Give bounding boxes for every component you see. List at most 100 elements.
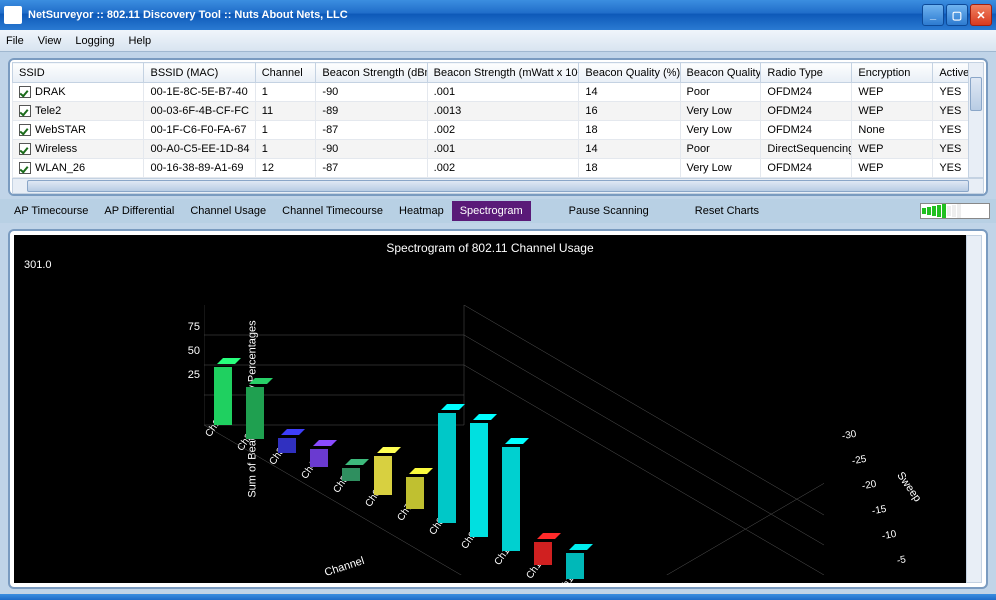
chart-bar xyxy=(406,471,424,510)
table-cell: 00-16-38-89-A1-69 xyxy=(144,159,255,178)
table-cell: WEP xyxy=(852,83,933,102)
row-checkbox[interactable] xyxy=(19,105,31,117)
column-header[interactable]: BSSID (MAC) xyxy=(144,63,255,83)
tab-ap-differential[interactable]: AP Differential xyxy=(96,201,182,221)
view-tabs: AP Timecourse AP Differential Channel Us… xyxy=(0,199,996,223)
column-header[interactable]: Beacon Strength (dBm) xyxy=(316,63,427,83)
table-cell: 00-1F-C6-F0-FA-67 xyxy=(144,121,255,140)
taskbar-sliver xyxy=(0,594,996,600)
table-cell: Very Low xyxy=(680,159,761,178)
z-tick: -5 xyxy=(896,555,907,567)
reset-charts-button[interactable]: Reset Charts xyxy=(687,201,767,221)
menu-help[interactable]: Help xyxy=(129,35,152,47)
tab-spectrogram[interactable]: Spectrogram xyxy=(452,201,531,221)
table-cell: 14 xyxy=(579,140,680,159)
maximize-button[interactable]: ▢ xyxy=(946,4,968,26)
table-cell: Very Low xyxy=(680,102,761,121)
z-tick: -25 xyxy=(851,454,867,467)
title-bar: NetSurveyor :: 802.11 Discovery Tool :: … xyxy=(0,0,996,30)
chart-bar xyxy=(374,450,392,495)
chart-max-value: 301.0 xyxy=(24,259,52,271)
chart-bar xyxy=(534,536,552,565)
app-icon xyxy=(4,6,22,24)
table-cell: -87 xyxy=(316,121,427,140)
table-cell: 00-03-6F-4B-CF-FC xyxy=(144,102,255,121)
table-cell: 18 xyxy=(579,121,680,140)
column-header[interactable]: Beacon Strength (mWatt x 10^-6) xyxy=(427,63,579,83)
close-button[interactable]: ✕ xyxy=(970,4,992,26)
chart-bar xyxy=(502,441,520,551)
row-checkbox[interactable] xyxy=(19,162,31,174)
table-row[interactable]: WLAN_2600-16-38-89-A1-6912-87.00218Very … xyxy=(13,159,984,178)
column-header[interactable]: Channel xyxy=(255,63,316,83)
table-row[interactable]: WebSTAR00-1F-C6-F0-FA-671-87.00218Very L… xyxy=(13,121,984,140)
y-tick: 50 xyxy=(180,345,200,357)
table-cell: 14 xyxy=(579,83,680,102)
table-cell: WebSTAR xyxy=(13,121,144,140)
chart-title: Spectrogram of 802.11 Channel Usage xyxy=(14,241,966,255)
table-cell: 12 xyxy=(255,159,316,178)
table-cell: 00-1E-8C-5E-B7-40 xyxy=(144,83,255,102)
tab-channel-usage[interactable]: Channel Usage xyxy=(182,201,274,221)
column-header[interactable]: Beacon Quality xyxy=(680,63,761,83)
table-cell: 16 xyxy=(579,102,680,121)
chart-bar xyxy=(278,432,296,454)
window-title: NetSurveyor :: 802.11 Discovery Tool :: … xyxy=(28,9,348,21)
table-cell: WLAN_26 xyxy=(13,159,144,178)
pause-scanning-button[interactable]: Pause Scanning xyxy=(561,201,657,221)
chart-panel: Spectrogram of 802.11 Channel Usage 301.… xyxy=(8,229,988,589)
signal-strength-indicator xyxy=(920,203,990,219)
menu-bar: File View Logging Help xyxy=(0,30,996,52)
networks-table: SSIDBSSID (MAC)ChannelBeacon Strength (d… xyxy=(12,62,984,178)
table-cell: -90 xyxy=(316,83,427,102)
z-tick: -30 xyxy=(841,429,857,442)
z-tick: -20 xyxy=(861,479,877,492)
tab-ap-timecourse[interactable]: AP Timecourse xyxy=(6,201,96,221)
table-cell: .002 xyxy=(427,159,579,178)
menu-file[interactable]: File xyxy=(6,35,24,47)
table-cell: DirectSequencing xyxy=(761,140,852,159)
table-vertical-scrollbar[interactable] xyxy=(968,62,984,178)
table-row[interactable]: Tele200-03-6F-4B-CF-FC11-89.001316Very L… xyxy=(13,102,984,121)
table-cell: Wireless xyxy=(13,140,144,159)
table-horizontal-scrollbar[interactable] xyxy=(12,178,984,194)
column-header[interactable]: Encryption xyxy=(852,63,933,83)
table-cell: 1 xyxy=(255,121,316,140)
menu-logging[interactable]: Logging xyxy=(75,35,114,47)
column-header[interactable]: Radio Type xyxy=(761,63,852,83)
chart-bar xyxy=(470,417,488,537)
spectrogram-chart: Spectrogram of 802.11 Channel Usage 301.… xyxy=(14,235,966,583)
table-cell: OFDM24 xyxy=(761,83,852,102)
tab-heatmap[interactable]: Heatmap xyxy=(391,201,452,221)
chart-bar xyxy=(342,462,360,481)
table-cell: Poor xyxy=(680,140,761,159)
chart-bar xyxy=(246,381,264,439)
menu-view[interactable]: View xyxy=(38,35,62,47)
chart-vertical-scrollbar[interactable] xyxy=(966,235,982,583)
table-cell: WEP xyxy=(852,140,933,159)
column-header[interactable]: SSID xyxy=(13,63,144,83)
y-tick: 25 xyxy=(180,369,200,381)
table-cell: Poor xyxy=(680,83,761,102)
row-checkbox[interactable] xyxy=(19,143,31,155)
chart-bar xyxy=(310,443,328,467)
row-checkbox[interactable] xyxy=(19,86,31,98)
table-cell: -87 xyxy=(316,159,427,178)
chart-bars xyxy=(204,305,824,575)
minimize-button[interactable]: _ xyxy=(922,4,944,26)
chart-bar xyxy=(214,361,232,426)
row-checkbox[interactable] xyxy=(19,124,31,136)
table-row[interactable]: DRAK00-1E-8C-5E-B7-401-90.00114PoorOFDM2… xyxy=(13,83,984,102)
z-tick: -10 xyxy=(881,529,897,542)
table-cell: .001 xyxy=(427,140,579,159)
chart-y-ticks: 755025 xyxy=(180,321,200,393)
column-header[interactable]: Beacon Quality (%) xyxy=(579,63,680,83)
table-row[interactable]: Wireless00-A0-C5-EE-1D-841-90.00114PoorD… xyxy=(13,140,984,159)
tab-channel-timecourse[interactable]: Channel Timecourse xyxy=(274,201,391,221)
table-cell: 11 xyxy=(255,102,316,121)
table-cell: 1 xyxy=(255,140,316,159)
table-cell: .0013 xyxy=(427,102,579,121)
table-cell: Tele2 xyxy=(13,102,144,121)
table-cell: 00-A0-C5-EE-1D-84 xyxy=(144,140,255,159)
table-cell: OFDM24 xyxy=(761,102,852,121)
